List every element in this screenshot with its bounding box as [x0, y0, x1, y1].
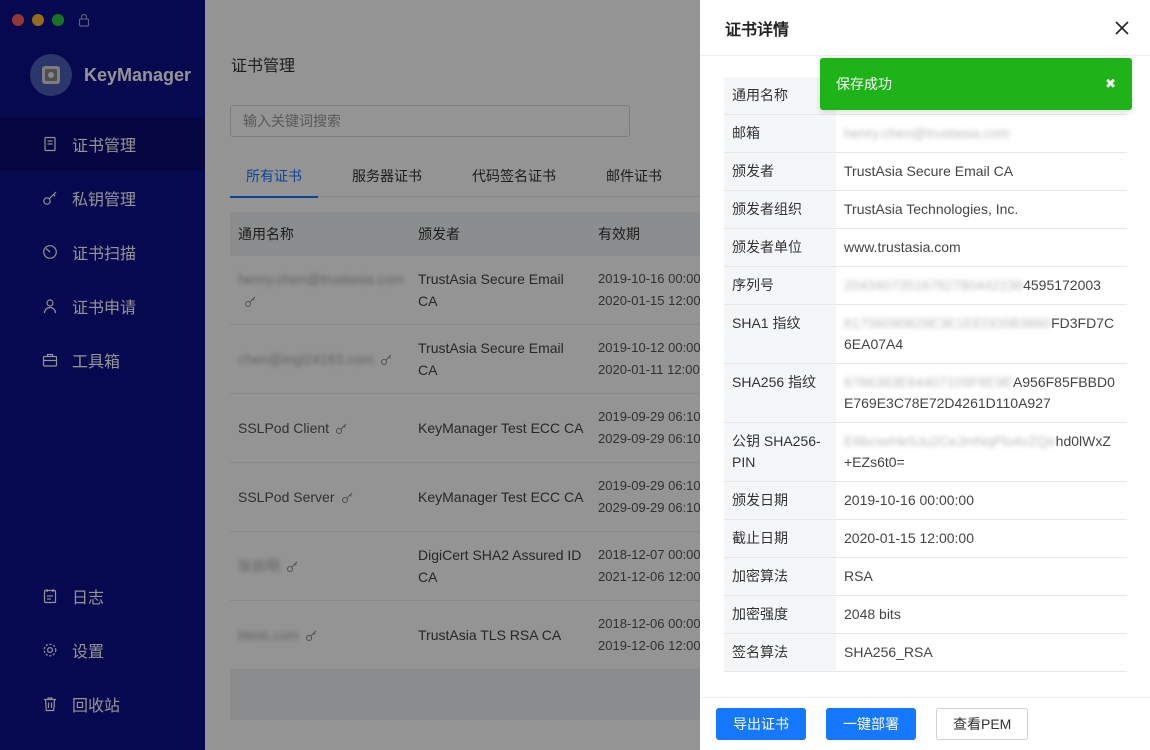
detail-value: RSA [836, 558, 1127, 595]
detail-row: 颁发者组织 TrustAsia Technologies, Inc. [724, 191, 1127, 229]
detail-value-text: SHA256_RSA [844, 644, 933, 660]
detail-label: 公钥 SHA256-PIN [724, 423, 836, 481]
detail-row: SHA1 指纹 61756090829E3E1EEDD0B3660FD3FD7C6… [724, 305, 1127, 364]
success-toast: 保存成功 ✖ [820, 58, 1132, 110]
visible-value: 4595172003 [1023, 277, 1101, 293]
view-pem-button[interactable]: 查看PEM [936, 708, 1029, 740]
detail-label: SHA256 指纹 [724, 364, 836, 422]
detail-value-text: RSA [844, 568, 873, 584]
detail-value: 2048 bits [836, 596, 1127, 633]
detail-value-text: TrustAsia Technologies, Inc. [844, 201, 1019, 217]
detail-row: 序列号 204340735167827804422364595172003 [724, 267, 1127, 305]
masked-value: 20434073516782780442236 [844, 277, 1024, 293]
detail-row: 截止日期 2020-01-15 12:00:00 [724, 520, 1127, 558]
masked-value: 6786383E64407109F8E9E [844, 374, 1013, 390]
detail-label: 邮箱 [724, 115, 836, 152]
certificate-detail-drawer: 证书详情 通用名称 邮箱 henry.chen@trustasia.com 颁发者 Tr… [700, 0, 1150, 750]
masked-value: 61756090829E3E1EEDD0B3660 [844, 315, 1052, 331]
detail-label: 颁发者组织 [724, 191, 836, 228]
detail-label: SHA1 指纹 [724, 305, 836, 363]
detail-row: 邮箱 henry.chen@trustasia.com [724, 115, 1127, 153]
certificate-detail-list: 通用名称 邮箱 henry.chen@trustasia.com 颁发者 TrustAs… [724, 77, 1127, 674]
drawer-header: 证书详情 [700, 0, 1150, 56]
detail-row: SHA256 指纹 6786383E64407109F8E9EA956F85FBB… [724, 364, 1127, 423]
detail-value: 2020-01-15 12:00:00 [836, 520, 1127, 557]
detail-label: 加密强度 [724, 596, 836, 633]
detail-value: SHA256_RSA [836, 634, 1127, 671]
detail-row: 加密算法 RSA [724, 558, 1127, 596]
detail-value: 61756090829E3E1EEDD0B3660FD3FD7C6EA07A4 [836, 305, 1127, 363]
detail-label: 加密算法 [724, 558, 836, 595]
detail-row: 颁发者 TrustAsia Secure Email CA [724, 153, 1127, 191]
detail-value-text: 2020-01-15 12:00:00 [844, 530, 974, 546]
detail-value-text: www.trustasia.com [844, 239, 961, 255]
detail-value-text: henry.chen@trustasia.com [844, 125, 1010, 141]
detail-value: henry.chen@trustasia.com [836, 115, 1127, 152]
modal-overlay[interactable] [0, 0, 700, 750]
detail-value: TrustAsia Secure Email CA [836, 153, 1127, 190]
detail-value: 2019-10-16 00:00:00 [836, 482, 1127, 519]
detail-value: 6786383E64407109F8E9EA956F85FBBD0E769E3C… [836, 364, 1127, 422]
detail-label: 截止日期 [724, 520, 836, 557]
toast-close-icon[interactable]: ✖ [1105, 76, 1116, 92]
detail-row: 公钥 SHA256-PIN E6bcseHe5Ju2CeJmNqPlo4vZQeh… [724, 423, 1127, 482]
detail-row: 加密强度 2048 bits [724, 596, 1127, 634]
detail-value-text: TrustAsia Secure Email CA [844, 163, 1014, 179]
drawer-title: 证书详情 [725, 21, 790, 39]
detail-label: 颁发日期 [724, 482, 836, 519]
detail-label: 签名算法 [724, 634, 836, 671]
detail-value: TrustAsia Technologies, Inc. [836, 191, 1127, 228]
detail-label: 颁发者 [724, 153, 836, 190]
detail-label: 颁发者单位 [724, 229, 836, 266]
detail-row: 颁发日期 2019-10-16 00:00:00 [724, 482, 1127, 520]
detail-value: E6bcseHe5Ju2CeJmNqPlo4vZQehd0lWxZ+EZs6t0… [836, 423, 1127, 481]
export-certificate-button[interactable]: 导出证书 [716, 708, 806, 740]
masked-value: E6bcseHe5Ju2CeJmNqPlo4vZQe [844, 433, 1056, 449]
detail-row: 签名算法 SHA256_RSA [724, 634, 1127, 672]
detail-value: 204340735167827804422364595172003 [836, 267, 1127, 304]
deploy-button[interactable]: 一键部署 [826, 708, 916, 740]
detail-value-text: 2019-10-16 00:00:00 [844, 492, 974, 508]
drawer-footer: 导出证书 一键部署 查看PEM [700, 697, 1150, 750]
toast-message: 保存成功 [836, 76, 892, 92]
close-icon[interactable] [1114, 20, 1130, 36]
detail-value-text: 2048 bits [844, 606, 901, 622]
detail-label: 序列号 [724, 267, 836, 304]
detail-row: 颁发者单位 www.trustasia.com [724, 229, 1127, 267]
detail-value: www.trustasia.com [836, 229, 1127, 266]
